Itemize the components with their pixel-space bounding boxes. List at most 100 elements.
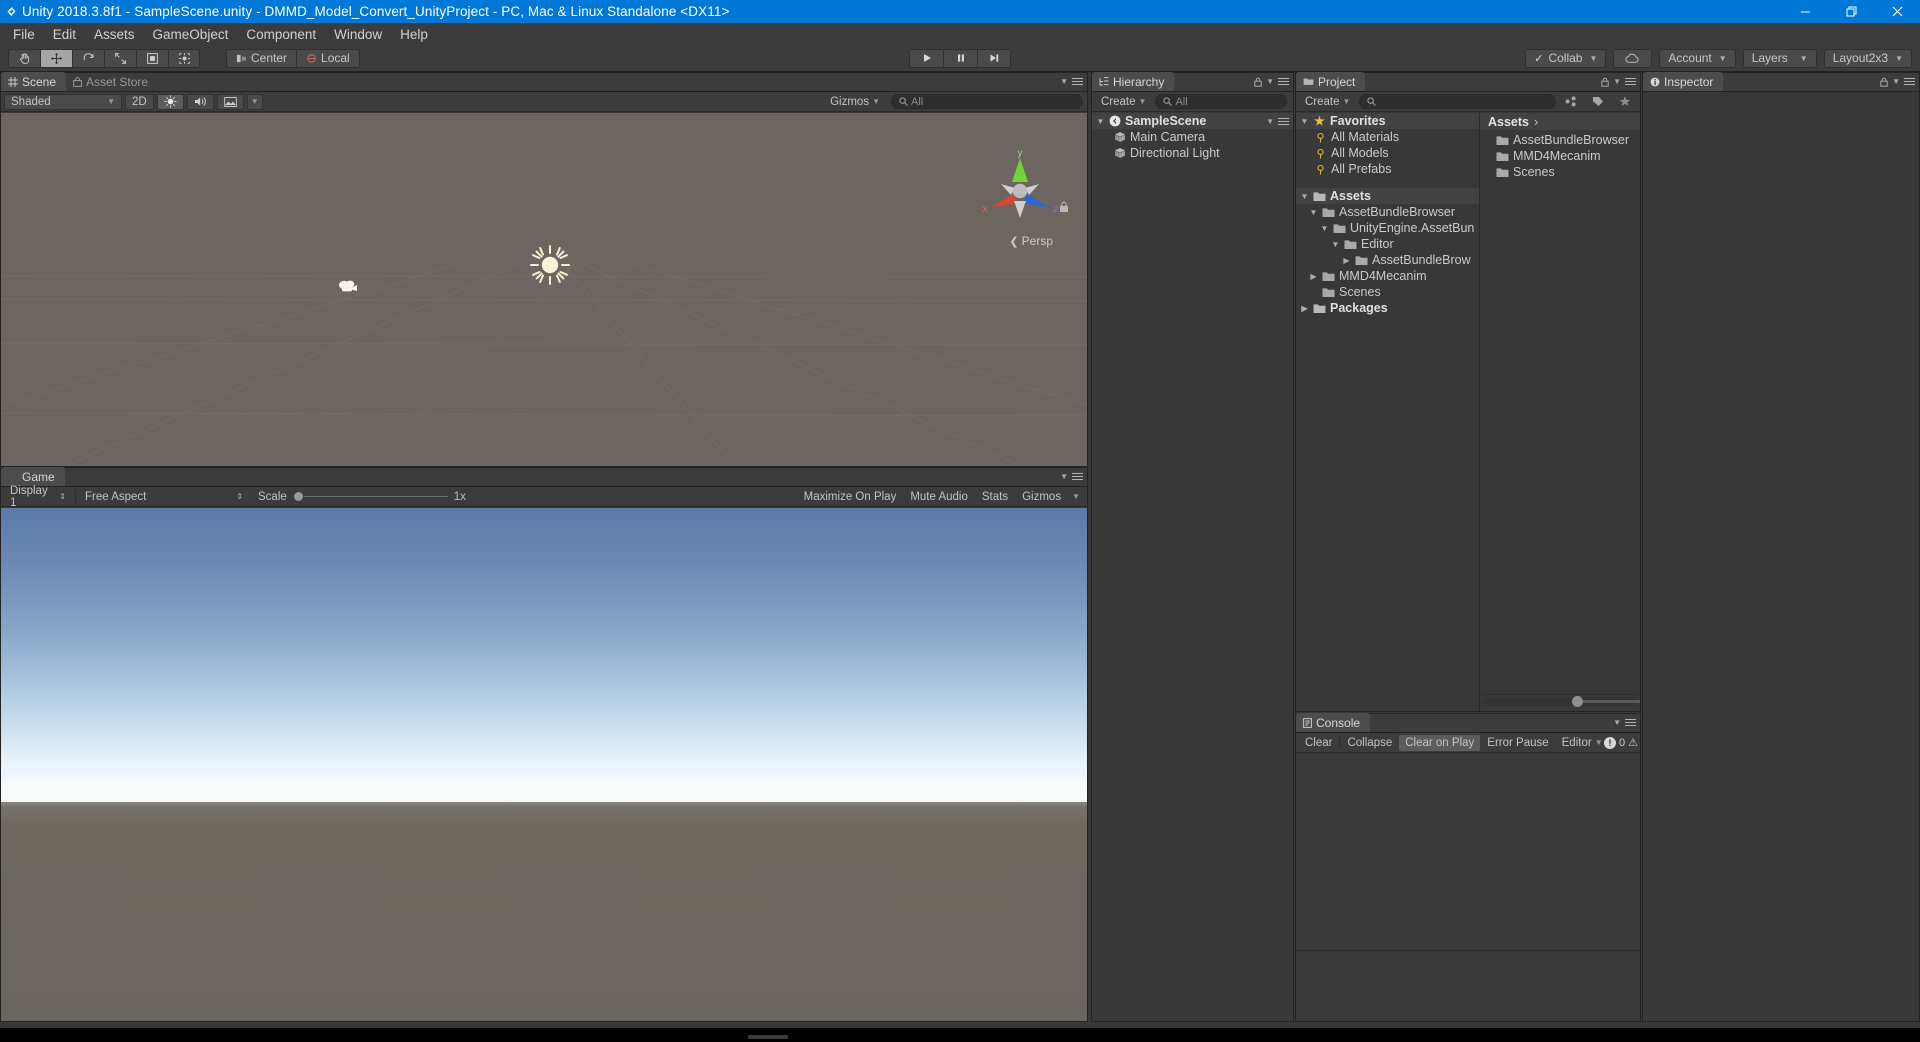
menu-file[interactable]: File: [4, 25, 44, 44]
scene-effects-dropdown[interactable]: ▼: [247, 94, 263, 110]
inspector-panel-menu[interactable]: ▼: [1880, 76, 1915, 87]
slider-knob[interactable]: [1572, 696, 1583, 707]
scene-projection-label[interactable]: ❮ Persp: [1009, 234, 1053, 248]
project-filter-label-button[interactable]: [1586, 94, 1610, 110]
menu-help[interactable]: Help: [391, 25, 437, 44]
project-panel-menu[interactable]: ▼: [1601, 76, 1636, 87]
scene-audio-toggle[interactable]: [187, 94, 214, 110]
slider-knob[interactable]: [293, 491, 304, 502]
project-favorite-all-materials[interactable]: ⚲ All Materials: [1296, 129, 1479, 145]
project-search-input[interactable]: [1359, 94, 1556, 109]
tab-inspector[interactable]: Inspector: [1643, 72, 1723, 91]
play-button[interactable]: [909, 49, 943, 68]
hand-tool-button[interactable]: [8, 49, 40, 68]
cloud-button[interactable]: [1613, 49, 1652, 68]
console-clear-on-play-toggle[interactable]: Clear on Play: [1399, 735, 1480, 751]
menu-assets[interactable]: Assets: [85, 25, 144, 44]
hierarchy-item-main-camera[interactable]: Main Camera: [1092, 129, 1293, 145]
game-scale-control[interactable]: Scale 1x: [252, 489, 472, 505]
game-gizmos-dropdown[interactable]: Gizmos: [1016, 489, 1067, 505]
tab-project[interactable]: Project: [1296, 72, 1365, 91]
main-camera-gizmo[interactable]: [337, 278, 359, 297]
minimize-button[interactable]: [1782, 0, 1828, 23]
chevron-down-icon[interactable]: ▼: [1096, 117, 1105, 126]
step-button[interactable]: [977, 49, 1011, 68]
layers-button[interactable]: Layers ▼: [1743, 49, 1817, 68]
tab-game[interactable]: Game: [1, 467, 65, 486]
pivot-local-button[interactable]: Local: [296, 49, 360, 68]
account-button[interactable]: Account ▼: [1659, 49, 1735, 68]
chevron-right-icon[interactable]: ▶: [1309, 272, 1318, 281]
hierarchy-panel-menu[interactable]: ▼: [1254, 76, 1289, 87]
layout-button[interactable]: Layout2x3 ▼: [1824, 49, 1912, 68]
chevron-down-icon[interactable]: ▼: [1300, 117, 1309, 126]
menu-edit[interactable]: Edit: [44, 25, 85, 44]
scene-panel-menu[interactable]: ▼: [1060, 76, 1083, 87]
hierarchy-create-button[interactable]: Create ▼: [1095, 94, 1152, 110]
game-aspect-dropdown[interactable]: Free Aspect ⇕: [79, 489, 249, 505]
scene-viewport[interactable]: y x z ❮ Persp: [1, 113, 1087, 466]
menu-window[interactable]: Window: [325, 25, 391, 44]
transform-tool-button[interactable]: [168, 49, 200, 68]
scene-effects-toggle[interactable]: [217, 94, 244, 110]
chevron-down-icon[interactable]: ▼: [1300, 192, 1309, 201]
project-create-button[interactable]: Create ▼: [1299, 94, 1356, 110]
close-button[interactable]: [1874, 0, 1920, 23]
console-log-list[interactable]: [1296, 754, 1640, 1021]
game-viewport[interactable]: [1, 508, 1087, 1021]
scene-search-input[interactable]: All: [891, 94, 1083, 109]
chevron-down-icon[interactable]: ▼: [1320, 224, 1329, 233]
console-clear-button[interactable]: Clear: [1299, 735, 1338, 751]
project-tree-mmd4mecanim[interactable]: ▶ MMD4Mecanim: [1296, 268, 1479, 284]
pause-button[interactable]: [943, 49, 977, 68]
console-warning-icon[interactable]: ⚠: [1628, 736, 1638, 749]
menu-component[interactable]: Component: [237, 25, 325, 44]
project-breadcrumb[interactable]: Assets ›: [1480, 113, 1640, 130]
console-collapse-toggle[interactable]: Collapse: [1341, 735, 1398, 751]
restore-button[interactable]: [1828, 0, 1874, 23]
project-folder-assetbundlebrowser[interactable]: AssetBundleBrowser: [1480, 132, 1640, 148]
scene-context-menu[interactable]: ▼: [1266, 116, 1289, 127]
collab-button[interactable]: ✓ Collab ▼: [1525, 49, 1606, 68]
console-editor-dropdown[interactable]: Editor ▼: [1556, 735, 1609, 751]
game-panel-menu[interactable]: ▼: [1060, 471, 1083, 482]
game-scale-slider[interactable]: [293, 490, 448, 504]
console-error-pause-toggle[interactable]: Error Pause: [1481, 735, 1554, 751]
project-assets-row[interactable]: ▼ Assets: [1296, 188, 1479, 204]
tab-console[interactable]: Console: [1296, 713, 1370, 732]
project-zoom-slider[interactable]: [1484, 694, 1636, 707]
project-tree-unityengine-assetbundle[interactable]: ▼ UnityEngine.AssetBun: [1296, 220, 1479, 236]
project-favorite-button[interactable]: [1613, 94, 1637, 110]
scene-axis-gizmo[interactable]: y x z: [977, 146, 1063, 224]
project-filter-type-button[interactable]: [1559, 94, 1583, 110]
rotate-tool-button[interactable]: [72, 49, 104, 68]
menu-gameobject[interactable]: GameObject: [144, 25, 238, 44]
tab-hierarchy[interactable]: Hierarchy: [1092, 72, 1174, 91]
game-display-dropdown[interactable]: Display 1 ⇕: [4, 489, 72, 505]
project-favorites-row[interactable]: ▼ ★ Favorites: [1296, 113, 1479, 129]
game-maximize-toggle[interactable]: Maximize On Play: [798, 489, 903, 505]
pivot-center-button[interactable]: Center: [226, 49, 296, 68]
chevron-right-icon[interactable]: ▶: [1342, 256, 1351, 265]
project-folder-mmd4mecanim[interactable]: MMD4Mecanim: [1480, 148, 1640, 164]
directional-light-gizmo[interactable]: [528, 243, 572, 287]
project-tree-editor[interactable]: ▼ Editor: [1296, 236, 1479, 252]
project-packages-row[interactable]: ▶ Packages: [1296, 300, 1479, 316]
game-mute-toggle[interactable]: Mute Audio: [904, 489, 974, 505]
chevron-down-icon[interactable]: ▼: [1309, 208, 1318, 217]
game-stats-toggle[interactable]: Stats: [976, 489, 1014, 505]
game-gizmos-caret[interactable]: ▼: [1069, 489, 1083, 505]
hierarchy-scene-row[interactable]: ▼ SampleScene ▼: [1092, 113, 1293, 129]
project-tree-scenes[interactable]: Scenes: [1296, 284, 1479, 300]
chevron-right-icon[interactable]: ▶: [1300, 304, 1309, 313]
rect-tool-button[interactable]: [136, 49, 168, 68]
project-folder-scenes[interactable]: Scenes: [1480, 164, 1640, 180]
project-favorite-all-prefabs[interactable]: ⚲ All Prefabs: [1296, 161, 1479, 177]
console-error-counter[interactable]: ! 0: [1604, 737, 1625, 749]
hierarchy-search-input[interactable]: All: [1155, 94, 1287, 109]
chevron-down-icon[interactable]: ▼: [1331, 240, 1340, 249]
scene-lighting-toggle[interactable]: [157, 94, 184, 110]
scene-gizmos-dropdown[interactable]: Gizmos ▼: [824, 94, 886, 110]
project-tree-assetbundlebrowser-sub[interactable]: ▶ AssetBundleBrow: [1296, 252, 1479, 268]
scene-draw-mode-dropdown[interactable]: Shaded ▼: [4, 94, 122, 110]
